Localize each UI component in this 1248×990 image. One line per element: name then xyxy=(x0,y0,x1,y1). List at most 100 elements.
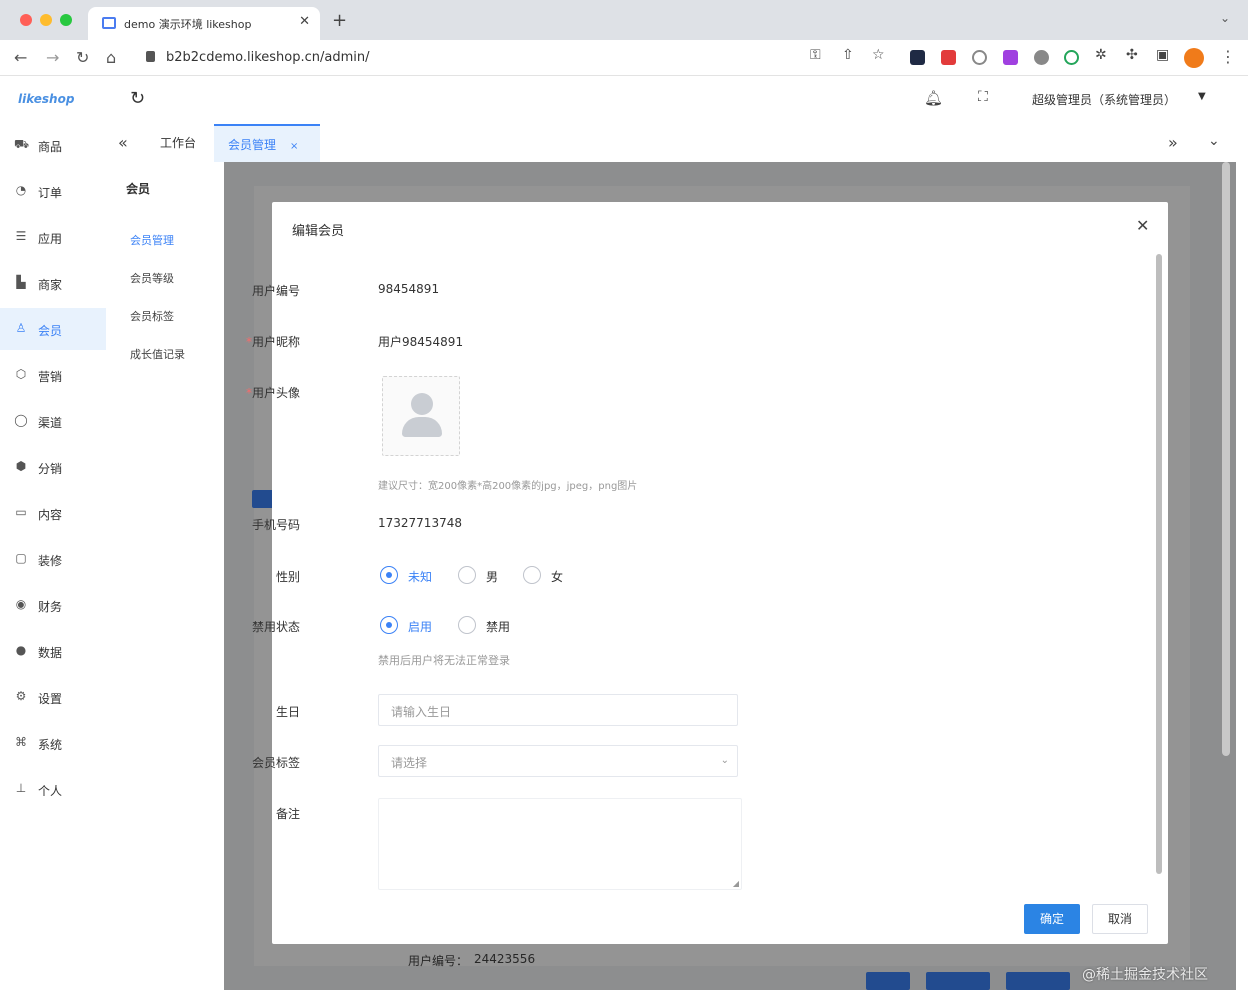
home-icon[interactable]: ⌂ xyxy=(106,48,116,67)
avatar-upload[interactable] xyxy=(382,376,460,456)
gender-radio-female[interactable] xyxy=(523,566,541,584)
dialog-title: 编辑会员 xyxy=(292,224,345,239)
close-icon[interactable]: ✕ xyxy=(1136,216,1149,235)
phone-label: 手机号码 xyxy=(251,518,300,532)
sidebar-item-label: 商家 xyxy=(38,278,63,292)
tab-list-chevron-icon[interactable]: ⌄ xyxy=(1220,11,1230,25)
sidebar-item-system[interactable]: ⌘ 系统 xyxy=(0,722,106,764)
sidebar-item-apps[interactable]: ☰ 应用 xyxy=(0,216,106,258)
system-icon: ⌘ xyxy=(15,735,27,749)
browser-tab[interactable]: demo 演示环境 likeshop ✕ xyxy=(88,7,320,40)
edit-member-dialog: 编辑会员 ✕ 用户编号 98454891 *用户昵称 用户98454891 *用… xyxy=(246,202,1168,944)
avatar-placeholder-body xyxy=(402,417,442,437)
sidebar-item-personal[interactable]: ⊥ 个人 xyxy=(0,768,106,810)
tab-member-management[interactable]: 会员管理 × xyxy=(214,124,320,162)
sidebar-item-content[interactable]: ▭ 内容 xyxy=(0,492,106,534)
sidebar-item-data[interactable]: ● 数据 xyxy=(0,630,106,672)
tab-close-icon[interactable]: × xyxy=(290,141,298,152)
sidebar-item-merchants[interactable]: ▙ 商家 xyxy=(0,262,106,304)
share-icon[interactable]: ⇧ xyxy=(842,47,854,63)
tabs-scroll-right-icon[interactable]: » xyxy=(1168,133,1178,152)
fullscreen-icon[interactable]: ⛶ xyxy=(978,89,988,105)
status-option-enabled[interactable]: 启用 xyxy=(408,618,432,635)
status-radio-disabled[interactable] xyxy=(458,616,476,634)
dialog-scrollbar[interactable] xyxy=(1156,254,1162,874)
extension-icon[interactable] xyxy=(941,50,956,65)
remark-label: 备注 xyxy=(275,807,300,821)
sidebar-item-decoration[interactable]: ▢ 装修 xyxy=(0,538,106,580)
admin-caret-down-icon[interactable]: ▼ xyxy=(1198,91,1206,102)
gender-option-unknown[interactable]: 未知 xyxy=(408,568,432,585)
extension-icon[interactable] xyxy=(910,50,925,65)
user-no-label: 用户编号 xyxy=(251,284,300,298)
submenu-item-member-management[interactable]: 会员管理 xyxy=(130,232,174,248)
cancel-button[interactable]: 取消 xyxy=(1092,904,1148,934)
sidebar-item-label: 营销 xyxy=(38,370,63,384)
refresh-icon[interactable]: ↻ xyxy=(130,88,145,109)
birthday-input[interactable]: 请输入生日 xyxy=(378,694,738,726)
status-radio-enabled[interactable] xyxy=(380,616,398,634)
nickname-field[interactable]: 用户98454891 xyxy=(378,333,463,350)
tab-workbench[interactable]: 工作台 xyxy=(160,124,196,162)
gender-radio-unknown[interactable] xyxy=(380,566,398,584)
sidebar-item-label: 订单 xyxy=(38,186,63,200)
url-field[interactable]: b2b2cdemo.likeshop.cn/admin/ xyxy=(134,45,794,71)
sidebar-item-settings[interactable]: ⚙ 设置 xyxy=(0,676,106,718)
collapse-sidebar-icon[interactable]: « xyxy=(118,133,128,152)
reload-icon[interactable]: ↻ xyxy=(76,48,89,67)
gender-option-female[interactable]: 女 xyxy=(551,568,563,585)
sidebar-item-distribution[interactable]: ⬢ 分销 xyxy=(0,446,106,488)
browser-menu-icon[interactable]: ⋮ xyxy=(1220,47,1236,66)
new-tab-button[interactable]: + xyxy=(332,10,347,31)
gender-radio-male[interactable] xyxy=(458,566,476,584)
back-arrow-icon[interactable]: ← xyxy=(14,48,27,67)
browser-tab-close-icon[interactable]: ✕ xyxy=(299,14,310,29)
sidebar-item-finance[interactable]: ◉ 财务 xyxy=(0,584,106,626)
status-option-disabled[interactable]: 禁用 xyxy=(486,618,510,635)
window-zoom-button[interactable] xyxy=(60,14,72,26)
app-header: likeshop ↻ 🔔︎ ⛶ 超级管理员（系统管理员） ▼ xyxy=(0,76,1248,124)
extension-gear-icon[interactable]: ✲ xyxy=(1095,47,1107,63)
confirm-button[interactable]: 确定 xyxy=(1024,904,1080,934)
distribution-icon: ⬢ xyxy=(15,459,27,473)
extension-icon[interactable] xyxy=(1064,50,1079,65)
cart-icon: ⛟ xyxy=(14,137,30,151)
member-tag-select[interactable]: 请选择 ⌄ xyxy=(378,745,738,777)
extension-icon[interactable] xyxy=(1003,50,1018,65)
submenu-item-growth-records[interactable]: 成长值记录 xyxy=(130,346,185,362)
submenu-item-member-level[interactable]: 会员等级 xyxy=(130,270,174,286)
profile-avatar-icon[interactable] xyxy=(1184,48,1204,68)
browser-tab-title: demo 演示环境 likeshop xyxy=(124,18,252,31)
extension-icon[interactable] xyxy=(1034,50,1049,65)
sidebar-item-channels[interactable]: ◯ 渠道 xyxy=(0,400,106,442)
settings-icon: ⚙ xyxy=(15,689,27,703)
tabs-menu-chevron-icon[interactable]: ⌄ xyxy=(1208,133,1220,149)
extension-icon[interactable] xyxy=(972,50,987,65)
sidebar-item-marketing[interactable]: ⬡ 营销 xyxy=(0,354,106,396)
sidepanel-icon[interactable]: ▣ xyxy=(1156,47,1169,63)
window-minimize-button[interactable] xyxy=(40,14,52,26)
bookmark-star-icon[interactable]: ☆ xyxy=(872,47,885,63)
resize-handle-icon[interactable]: ◢ xyxy=(733,879,739,888)
phone-field[interactable]: 17327713748 xyxy=(378,516,462,530)
forward-arrow-icon[interactable]: → xyxy=(46,48,59,67)
submenu-item-member-tags[interactable]: 会员标签 xyxy=(130,308,174,324)
status-label: 禁用状态 xyxy=(251,620,300,634)
window-close-button[interactable] xyxy=(20,14,32,26)
key-icon[interactable]: ⚿ xyxy=(810,47,821,63)
page-scrollbar[interactable] xyxy=(1222,162,1230,756)
puzzle-icon[interactable]: ✣ xyxy=(1126,47,1138,63)
birthday-label: 生日 xyxy=(275,705,300,719)
order-icon: ◔ xyxy=(15,183,27,197)
remark-textarea[interactable]: ◢ xyxy=(378,798,742,890)
sidebar-item-members[interactable]: ♙ 会员 xyxy=(0,308,106,350)
bell-icon[interactable]: 🔔︎ xyxy=(924,89,943,107)
sidebar-item-label: 设置 xyxy=(38,692,63,706)
sidebar-item-orders[interactable]: ◔ 订单 xyxy=(0,170,106,212)
admin-name[interactable]: 超级管理员（系统管理员） xyxy=(1032,91,1176,108)
sidebar-item-label: 系统 xyxy=(38,738,63,752)
sidebar-item-goods[interactable]: ⛟ 商品 xyxy=(0,124,106,166)
gender-option-male[interactable]: 男 xyxy=(486,568,498,585)
avatar-label-text: 用户头像 xyxy=(251,386,300,400)
tag-placeholder: 请选择 xyxy=(391,756,428,770)
